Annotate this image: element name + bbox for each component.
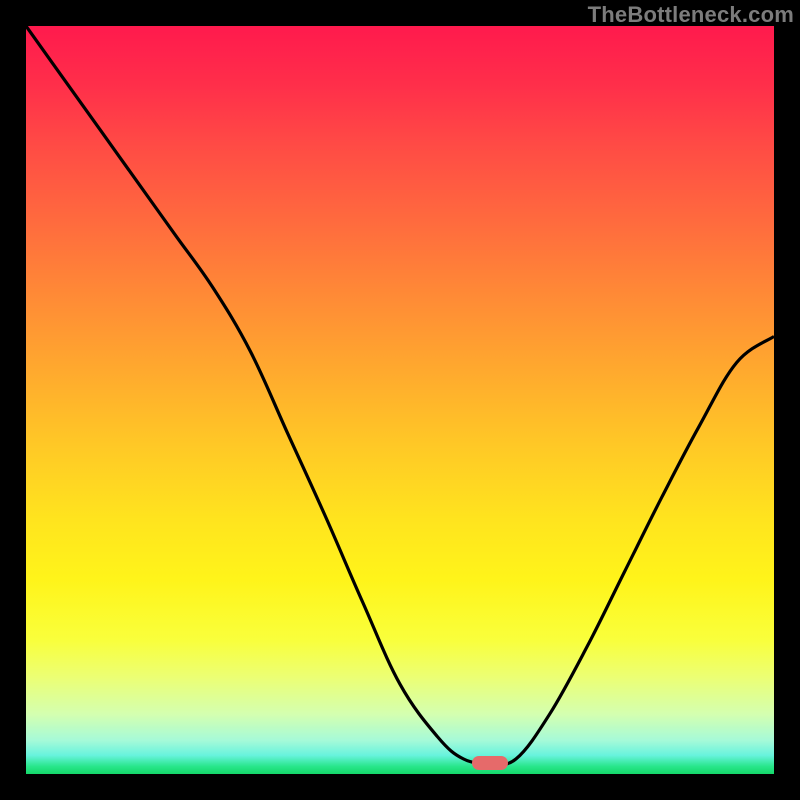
optimal-point-marker bbox=[472, 756, 508, 770]
plot-area bbox=[26, 26, 774, 774]
curve-path bbox=[26, 26, 774, 764]
bottleneck-curve bbox=[26, 26, 774, 774]
watermark-text: TheBottleneck.com bbox=[588, 2, 794, 28]
outer-frame: TheBottleneck.com bbox=[0, 0, 800, 800]
